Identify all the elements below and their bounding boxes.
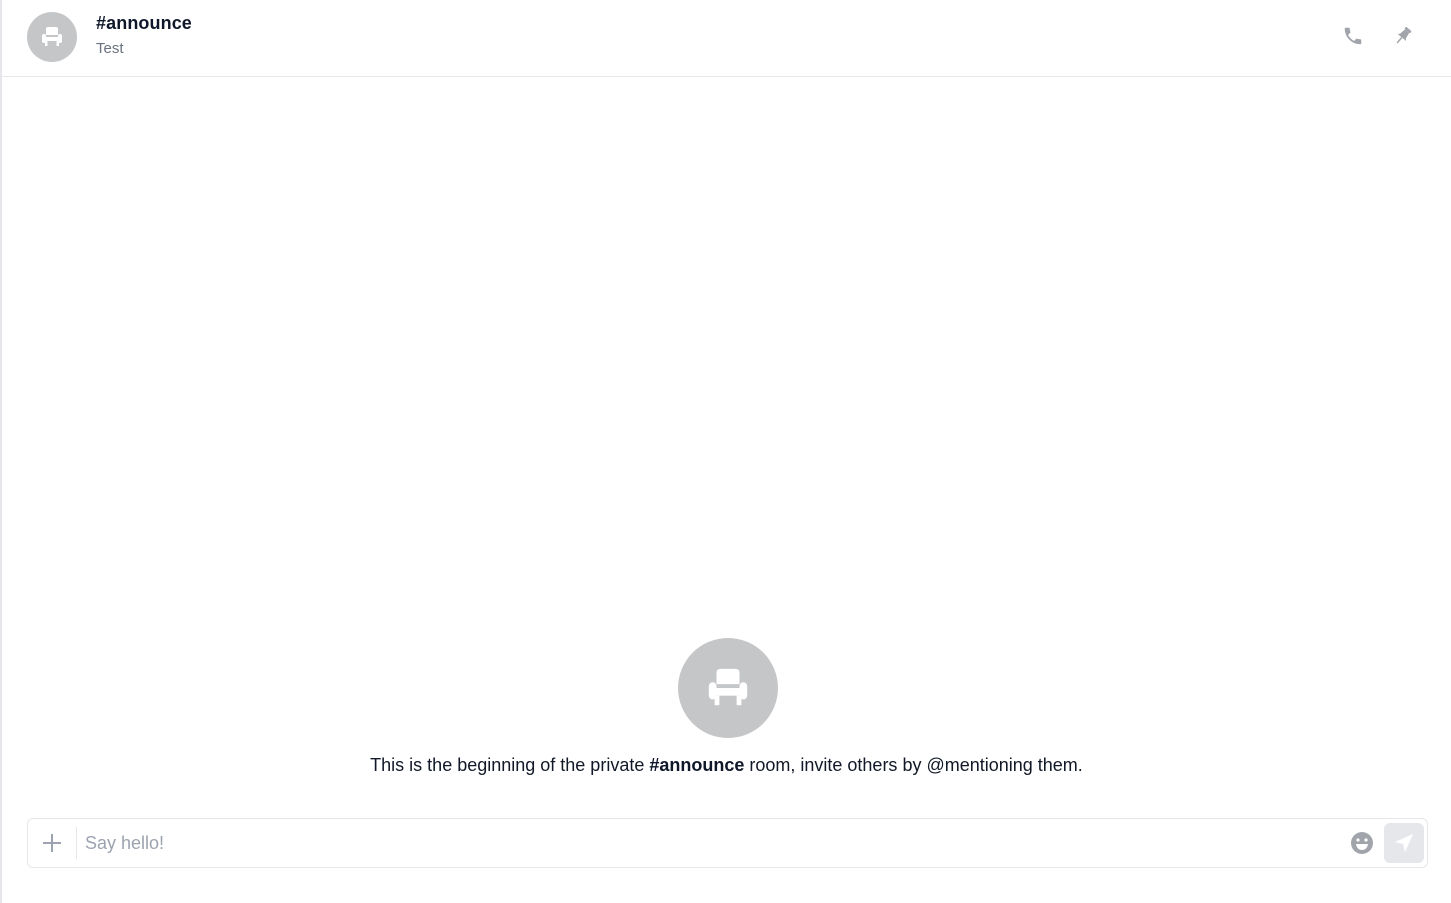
armchair-icon	[42, 27, 62, 46]
room-title[interactable]: #announce	[96, 13, 192, 34]
call-button[interactable]	[1339, 22, 1367, 50]
phone-icon	[1344, 27, 1362, 45]
intro-prefix: This is the beginning of the private	[370, 755, 650, 775]
plus-icon	[43, 834, 61, 852]
intro-suffix: room, invite others by @mentioning them.	[744, 755, 1083, 775]
room-topic: Test	[96, 40, 124, 57]
intro-room-name: #announce	[649, 755, 745, 775]
message-composer	[27, 818, 1428, 868]
pin-icon	[1396, 26, 1412, 44]
message-input[interactable]	[85, 827, 1340, 859]
room-header: #announce Test	[2, 0, 1451, 77]
emoji-button[interactable]	[1350, 831, 1374, 855]
room-intro-message: This is the beginning of the private #an…	[2, 753, 1451, 777]
attach-button[interactable]	[28, 819, 76, 867]
armchair-icon	[708, 668, 748, 706]
room-intro-avatar	[678, 638, 778, 738]
emoji-icon	[1351, 832, 1373, 854]
chat-room-view: #announce Test This is the beginning of …	[0, 0, 1451, 903]
composer-divider	[76, 827, 77, 859]
room-avatar[interactable]	[27, 12, 77, 62]
send-button[interactable]	[1384, 823, 1424, 863]
send-icon	[1394, 833, 1414, 853]
pinned-messages-button[interactable]	[1389, 22, 1417, 50]
